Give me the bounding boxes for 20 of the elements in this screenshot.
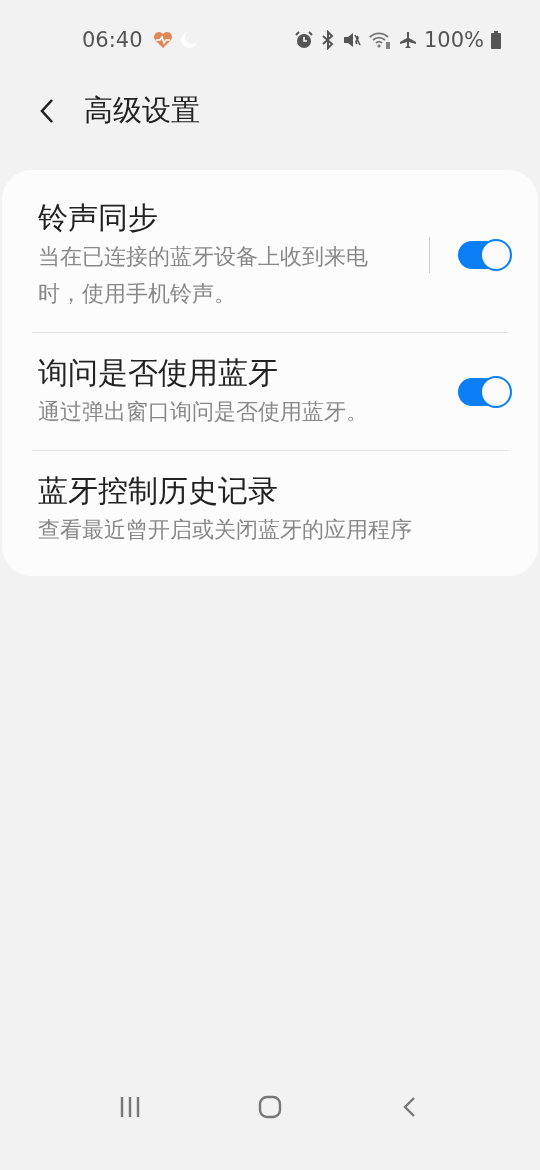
home-icon[interactable] <box>257 1094 283 1120</box>
settings-item[interactable]: 询问是否使用蓝牙 通过弹出窗口询问是否使用蓝牙。 <box>2 333 538 450</box>
item-title: 蓝牙控制历史记录 <box>38 472 279 510</box>
airplane-icon <box>397 30 418 50</box>
item-title: 铃声同步 <box>38 199 159 237</box>
item-description: 通过弹出窗口询问是否使用蓝牙。 <box>38 398 369 426</box>
alarm-icon <box>293 30 314 50</box>
battery-percent: 100% <box>423 28 484 52</box>
mute-icon <box>341 30 362 50</box>
status-time: 06:40 <box>82 28 143 52</box>
back-icon[interactable] <box>38 97 56 125</box>
item-description: 当在已连接的蓝牙设备上收到来电时，使用手机铃声。 <box>38 243 369 308</box>
settings-item[interactable]: 蓝牙控制历史记录 查看最近曾开启或关闭蓝牙的应用程序 <box>2 451 538 568</box>
wifi-icon <box>367 30 392 50</box>
battery-icon <box>490 30 502 50</box>
page-title: 高级设置 <box>84 92 200 129</box>
settings-item[interactable]: 铃声同步 当在已连接的蓝牙设备上收到来电时，使用手机铃声。 <box>2 178 538 332</box>
heart-icon <box>152 31 173 49</box>
item-description: 查看最近曾开启或关闭蓝牙的应用程序 <box>38 516 413 544</box>
item-title: 询问是否使用蓝牙 <box>38 354 279 392</box>
